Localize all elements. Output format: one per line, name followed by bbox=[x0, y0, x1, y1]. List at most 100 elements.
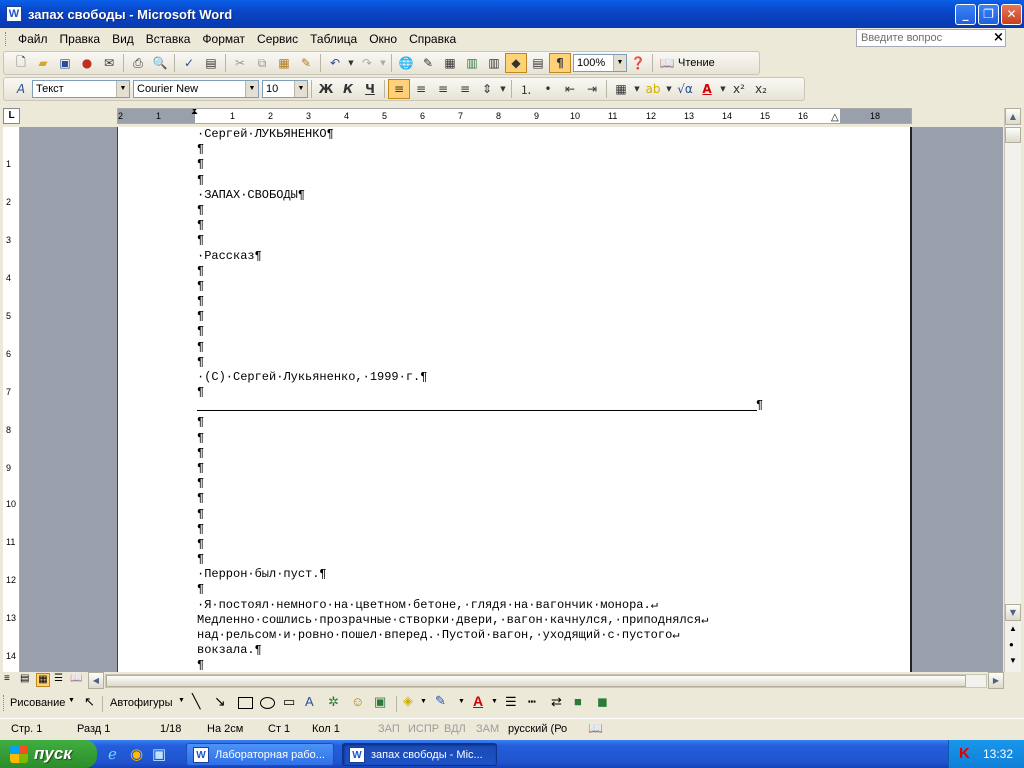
zoom-select[interactable]: 100% ▼ bbox=[573, 54, 627, 72]
undo-icon[interactable]: ↶ bbox=[324, 53, 346, 73]
document-page[interactable]: ·Сергей·ЛУКЬЯНЕНКО¶ ¶ ¶ ¶ ·ЗАПАХ·СВОБОДЫ¶ ¶ ¶ ¶… bbox=[117, 127, 912, 688]
bold-icon[interactable]: Ж bbox=[315, 79, 337, 99]
chevron-down-icon[interactable]: ▼ bbox=[420, 698, 427, 705]
font-select[interactable]: Courier New ▼ bbox=[133, 80, 259, 98]
oval-icon[interactable] bbox=[260, 697, 275, 709]
indent-marker-icon[interactable]: ⧗ bbox=[191, 109, 198, 117]
scroll-thumb[interactable] bbox=[1005, 127, 1021, 143]
document-map-icon[interactable]: ▤ bbox=[527, 53, 549, 73]
undo-dropdown-icon[interactable]: ▼ bbox=[346, 53, 356, 73]
borders-icon[interactable]: ▦ bbox=[610, 79, 632, 99]
reading-layout-button[interactable]: Чтение bbox=[678, 57, 715, 69]
draw-menu-button[interactable]: Рисование bbox=[10, 697, 65, 709]
numbering-icon[interactable]: ⒈ bbox=[515, 79, 537, 99]
print-preview-icon[interactable]: 🔍 bbox=[149, 53, 171, 73]
document-body[interactable]: ·Сергей·ЛУКЬЯНЕНКО¶ ¶ ¶ ¶ ·ЗАПАХ·СВОБОДЫ¶ ¶ ¶ ¶… bbox=[197, 127, 897, 689]
copy-icon[interactable]: ⧉ bbox=[251, 53, 273, 73]
arrow-icon[interactable]: ↘ bbox=[214, 693, 226, 710]
menu-tools[interactable]: Сервис bbox=[251, 32, 304, 46]
start-button[interactable]: пуск bbox=[0, 740, 97, 768]
media-player-icon[interactable]: ◉ bbox=[130, 745, 143, 763]
italic-icon[interactable]: К bbox=[337, 79, 359, 99]
format-painter-icon[interactable]: ✎ bbox=[295, 53, 317, 73]
horizontal-ruler[interactable]: 2 1 1 2 3 4 5 6 7 8 9 10 11 12 13 14 15 … bbox=[117, 108, 912, 124]
close-document-icon[interactable]: × bbox=[993, 30, 1004, 45]
hyperlink-icon[interactable]: 🌐 bbox=[395, 53, 417, 73]
redo-dropdown-icon[interactable]: ▼ bbox=[378, 53, 388, 73]
menu-window[interactable]: Окно bbox=[363, 32, 403, 46]
chevron-down-icon[interactable]: ▼ bbox=[491, 698, 498, 705]
line-spacing-dropdown-icon[interactable]: ▼ bbox=[498, 79, 508, 99]
menu-view[interactable]: Вид bbox=[106, 32, 140, 46]
align-left-icon[interactable]: ≡ bbox=[388, 79, 410, 99]
menu-file[interactable]: Файл bbox=[12, 32, 54, 46]
email-icon[interactable]: ✉ bbox=[98, 53, 120, 73]
menu-edit[interactable]: Правка bbox=[54, 32, 107, 46]
print-layout-view-icon[interactable]: ▦ bbox=[36, 673, 50, 687]
wordart-icon[interactable]: A bbox=[305, 694, 314, 709]
reading-view-icon[interactable]: 📖 bbox=[70, 673, 82, 684]
styles-formatting-icon[interactable]: A bbox=[10, 79, 32, 99]
style-select[interactable]: Текст ▼ bbox=[32, 80, 130, 98]
ask-question-input[interactable]: Введите вопрос bbox=[856, 29, 1006, 47]
clipart-icon[interactable]: ☺ bbox=[351, 694, 364, 709]
spelling-status-icon[interactable]: 📖 bbox=[588, 721, 603, 735]
font-color-dropdown-icon[interactable]: ▼ bbox=[718, 79, 728, 99]
permission-icon[interactable]: ● bbox=[76, 53, 98, 73]
insert-table-icon[interactable]: ▦ bbox=[439, 53, 461, 73]
print-icon[interactable]: ⎙ bbox=[127, 53, 149, 73]
shadow-style-icon[interactable]: ■ bbox=[574, 694, 582, 709]
maximize-button[interactable]: ❐ bbox=[978, 4, 999, 25]
borders-dropdown-icon[interactable]: ▼ bbox=[632, 79, 642, 99]
columns-icon[interactable]: ▥ bbox=[483, 53, 505, 73]
show-formatting-icon[interactable]: ¶ bbox=[549, 53, 571, 73]
horizontal-scrollbar[interactable] bbox=[105, 674, 987, 688]
decrease-indent-icon[interactable]: ⇤ bbox=[559, 79, 581, 99]
help-icon[interactable]: ❓ bbox=[627, 53, 649, 73]
outline-view-icon[interactable]: ☰ bbox=[54, 673, 63, 684]
insert-excel-icon[interactable]: ▥ bbox=[461, 53, 483, 73]
reading-layout-icon[interactable]: 📖 bbox=[656, 53, 678, 73]
open-icon[interactable]: ▰ bbox=[32, 53, 54, 73]
close-button[interactable]: ✕ bbox=[1001, 4, 1022, 25]
save-icon[interactable]: ▣ bbox=[54, 53, 76, 73]
menu-insert[interactable]: Вставка bbox=[140, 32, 197, 46]
cut-icon[interactable]: ✂ bbox=[229, 53, 251, 73]
hscroll-thumb[interactable] bbox=[106, 675, 966, 687]
arrow-style-icon[interactable]: ⇄ bbox=[551, 694, 562, 710]
select-objects-icon[interactable]: ↖ bbox=[84, 694, 95, 710]
highlight-dropdown-icon[interactable]: ▼ bbox=[664, 79, 674, 99]
clock[interactable]: 13:32 bbox=[983, 747, 1013, 761]
scroll-right-icon[interactable]: ▶ bbox=[988, 672, 1004, 689]
normal-view-icon[interactable]: ≡ bbox=[4, 673, 10, 684]
word-app-icon[interactable]: W bbox=[6, 6, 22, 22]
diagram-icon[interactable]: ✲ bbox=[328, 694, 339, 710]
equation-icon[interactable]: √α bbox=[674, 79, 696, 99]
drawing-toggle-icon[interactable]: ◆ bbox=[505, 53, 527, 73]
font-color-icon[interactable]: A bbox=[473, 693, 483, 709]
align-right-icon[interactable]: ≡ bbox=[432, 79, 454, 99]
status-overtype[interactable]: ЗАМ bbox=[476, 723, 499, 735]
menu-format[interactable]: Формат bbox=[196, 32, 251, 46]
show-desktop-icon[interactable]: ▣ bbox=[152, 745, 166, 763]
internet-explorer-icon[interactable]: ℯ bbox=[108, 745, 117, 763]
toolbar-grip[interactable] bbox=[3, 695, 6, 711]
next-page-icon[interactable]: ▼ bbox=[1009, 656, 1017, 665]
taskbar-button-active-document[interactable]: W запах свободы - Mic... bbox=[342, 743, 497, 766]
subscript-icon[interactable]: x₂ bbox=[750, 79, 772, 99]
superscript-icon[interactable]: x² bbox=[728, 79, 750, 99]
tables-borders-icon[interactable]: ✎ bbox=[417, 53, 439, 73]
font-size-select[interactable]: 10 ▼ bbox=[262, 80, 308, 98]
textbox-icon[interactable]: ▭ bbox=[283, 694, 295, 710]
rectangle-icon[interactable] bbox=[238, 697, 253, 709]
browse-object-icon[interactable]: ● bbox=[1009, 640, 1014, 649]
dash-style-icon[interactable]: ┅ bbox=[528, 694, 536, 710]
scroll-down-icon[interactable]: ▼ bbox=[1005, 604, 1021, 621]
menu-table[interactable]: Таблица bbox=[304, 32, 363, 46]
status-track-changes[interactable]: ИСПР bbox=[408, 723, 439, 735]
paste-icon[interactable]: ▦ bbox=[273, 53, 295, 73]
menubar-grip[interactable] bbox=[5, 31, 8, 46]
line-style-icon[interactable]: ☰ bbox=[505, 694, 517, 710]
taskbar-button-lab-work[interactable]: W Лабораторная рабо... bbox=[186, 743, 334, 766]
scroll-up-icon[interactable]: ▲ bbox=[1005, 108, 1021, 125]
